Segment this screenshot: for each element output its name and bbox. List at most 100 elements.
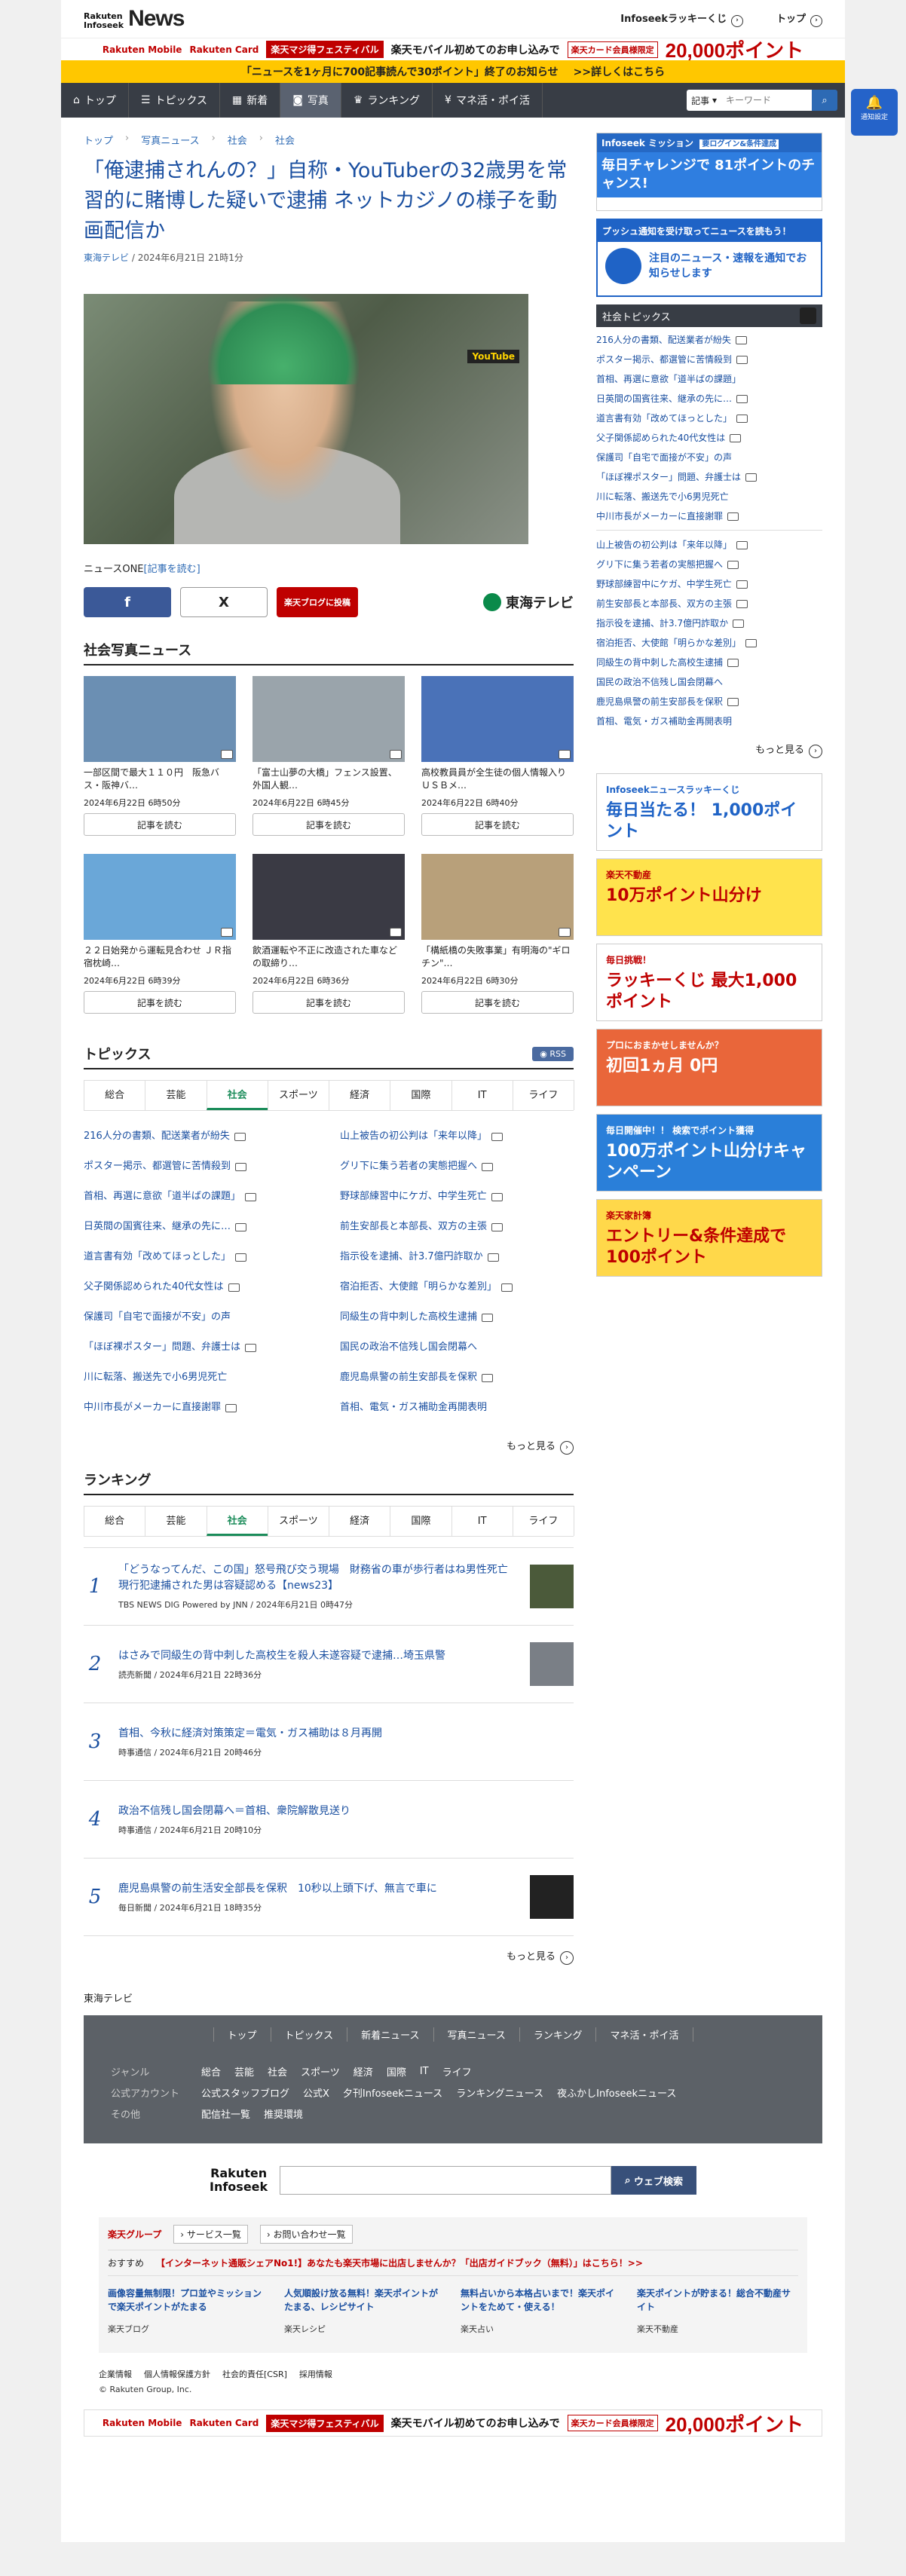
ranking-title[interactable]: 首相、今秋に経済対策策定＝電気・ガス補助は８月再開 [118, 1726, 574, 1742]
search-scope-select[interactable]: 記事 ▾ [687, 90, 721, 111]
side-topic-item[interactable]: 保護司「自宅で面接が不安」の声 [596, 448, 822, 467]
footer-logo[interactable]: Rakuten Infoseek [210, 2167, 268, 2194]
topic-item[interactable]: 首相、再選に意欲「道半ばの課題」 [84, 1182, 317, 1212]
topics-more-link[interactable]: もっと見る › [84, 1438, 574, 1455]
topic-item[interactable]: ポスター掲示、都選管に苦情殺到 [84, 1152, 317, 1182]
promo-item[interactable]: 人気順設け放る無料！楽天ポイントがたまる、レシピサイト 楽天レシピ [284, 2287, 445, 2335]
footer-link[interactable]: 推奨環境 [264, 2106, 303, 2121]
article-source[interactable]: 東海テレビ [84, 252, 129, 263]
topic-item[interactable]: グリ下に集う若者の実態把握へ [340, 1152, 574, 1182]
read-article-button[interactable]: 記事を読む [253, 813, 405, 836]
topic-item[interactable]: 指示役を逮捕、計3.7億円詐取か [340, 1242, 574, 1272]
photo-news-thumb[interactable] [253, 676, 405, 762]
side-topic-item[interactable]: 宿泊拒否、大使館「明らかな差別」 [596, 633, 822, 653]
footer-link[interactable]: 公式X [303, 2085, 329, 2100]
ranking-title[interactable]: 「どうなってんだ、この国」怒号飛び交う現場 財務省の車が歩行者はね男性死亡 現行… [118, 1562, 519, 1594]
rss-icon[interactable] [800, 307, 816, 324]
promo-item[interactable]: 楽天ポイントが貯まる！総合不動産サイト 楽天不動産 [637, 2287, 798, 2335]
notification-settings-button[interactable]: 🔔 通知設定 [851, 89, 898, 136]
facebook-share-button[interactable]: f [84, 587, 171, 617]
ranking-title[interactable]: 鹿児島県警の前生活安全部長を保釈 10秒以上頭下げ、無言で車に [118, 1881, 518, 1897]
tab-3[interactable]: スポーツ [267, 1506, 329, 1536]
photo-news-thumb[interactable] [84, 676, 236, 762]
read-article-button[interactable]: 記事を読む [421, 813, 574, 836]
topic-item[interactable]: 中川市長がメーカーに直接謝罪 [84, 1393, 317, 1423]
topic-item[interactable]: 日英間の国賓往来、継承の先に… [84, 1212, 317, 1242]
ranking-title[interactable]: はさみで同級生の背中刺した高校生を殺人未遂容疑で逮捕…埼玉県警 [118, 1648, 518, 1664]
tab-4[interactable]: 経済 [329, 1506, 391, 1536]
photo-news-thumb[interactable] [253, 854, 405, 940]
footer-nav-item[interactable]: 新着ニュース [347, 2027, 434, 2042]
footer-link[interactable]: 芸能 [234, 2064, 254, 2079]
tab-5[interactable]: 国際 [390, 1506, 452, 1536]
promo-item[interactable]: 画像容量無制限！プロ並やミッションで楽天ポイントがたまる 楽天ブログ [108, 2287, 269, 2335]
footer-link[interactable]: IT [420, 2066, 429, 2077]
side-ad-banner[interactable]: 楽天不動産 10万ポイント山分け [596, 858, 822, 936]
topic-item[interactable]: 父子関係認められた40代女性は [84, 1272, 317, 1302]
side-topic-item[interactable]: 山上被告の初公判は「来年以降」 [596, 535, 822, 555]
photo-news-title[interactable]: 「富士山夢の大橋」フェンス設置、外国人観… [253, 766, 405, 792]
footer-nav-item[interactable]: トップ [213, 2027, 271, 2042]
contact-list-button[interactable]: › お問い合わせ一覧 [259, 2225, 353, 2244]
bottom-campaign-banner[interactable]: Rakuten Mobile Rakuten Card 楽天マジ得フェスティバル… [84, 2409, 822, 2437]
side-more-link[interactable]: もっと見る › [596, 742, 822, 758]
nav-item-1[interactable]: ☰ トピックス [129, 83, 221, 118]
lucky-kuji-link[interactable]: Infoseekラッキーくじ › [620, 11, 743, 27]
side-topic-item[interactable]: 「ほぼ裸ポスター」問題、弁護士は [596, 467, 822, 487]
search-button[interactable]: ⌕ [812, 90, 837, 111]
tab-1[interactable]: 芸能 [145, 1080, 207, 1110]
footer-link[interactable]: スポーツ [301, 2064, 340, 2079]
side-topic-item[interactable]: 野球部練習中にケガ、中学生死亡 [596, 574, 822, 594]
footer-link[interactable]: 配信社一覧 [201, 2106, 250, 2121]
read-article-button[interactable]: 記事を読む [84, 813, 236, 836]
ranking-item[interactable]: 4 政治不信残し国会閉幕へ＝首相、衆院解散見送り 時事通信 / 2024年6月21日… [84, 1780, 574, 1858]
footer-nav-item[interactable]: マネ活・ポイ活 [596, 2027, 693, 2042]
tab-6[interactable]: IT [451, 1506, 513, 1536]
side-ad-banner[interactable]: 楽天家計簿 エントリー&条件達成で 100ポイント [596, 1199, 822, 1277]
footer-link[interactable]: 夕刊Infoseekニュース [343, 2085, 442, 2100]
breadcrumb-item[interactable]: 社会 [228, 133, 247, 147]
nav-item-2[interactable]: ▦ 新着 [220, 83, 281, 118]
read-article-link[interactable]: [記事を読む] [144, 564, 200, 575]
ranking-item[interactable]: 5 鹿児島県警の前生活安全部長を保釈 10秒以上頭下げ、無言で車に 毎日新聞 / 2… [84, 1858, 574, 1935]
tab-2[interactable]: 社会 [206, 1080, 268, 1110]
photo-news-title[interactable]: 一部区間で最大１１０円 阪急バス・阪神バ… [84, 766, 236, 792]
web-search-button[interactable]: ⌕ ウェブ検索 [611, 2166, 696, 2195]
side-ad-banner[interactable]: Infoseekニュースラッキーくじ 毎日当たる！ 1,000ポイント [596, 773, 822, 851]
footer-link[interactable]: 国際 [387, 2064, 406, 2079]
tab-0[interactable]: 総合 [84, 1080, 146, 1110]
topic-item[interactable]: 宿泊拒否、大使館「明らかな差別」 [340, 1272, 574, 1302]
topic-item[interactable]: 216人分の書類、配送業者が紛失 [84, 1121, 317, 1152]
x-share-button[interactable]: X [180, 587, 268, 617]
footer-link[interactable]: ランキングニュース [456, 2085, 543, 2100]
tab-7[interactable]: ライフ [512, 1506, 574, 1536]
site-logo[interactable]: Rakuten Infoseek News [84, 8, 185, 30]
photo-news-title[interactable]: 高校教員員が全生徒の個人情報入りＵＳＢメ… [421, 766, 574, 792]
breadcrumb-item[interactable]: 写真ニュース [141, 133, 199, 147]
side-topic-item[interactable]: グリ下に集う若者の実態把握へ [596, 555, 822, 574]
push-notification-ad[interactable]: プッシュ通知を受け取ってニュースを読もう！ 注目のニュース・速報を通知でお知らせ… [596, 219, 822, 297]
photo-news-thumb[interactable] [84, 854, 236, 940]
promo-title[interactable]: 人気順設け放る無料！楽天ポイントがたまる、レシピサイト [284, 2287, 445, 2317]
read-article-button[interactable]: 記事を読む [84, 991, 236, 1014]
legal-link[interactable]: 社会的責任[CSR] [222, 2368, 287, 2380]
ranking-more-link[interactable]: もっと見る › [84, 1948, 574, 1965]
tab-7[interactable]: ライフ [512, 1080, 574, 1110]
side-ad-banner[interactable]: 毎日開催中！！ 検索でポイント獲得 100万ポイント山分けキャンペーン [596, 1114, 822, 1192]
top-link[interactable]: トップ › [776, 11, 822, 27]
topic-item[interactable]: 「ほぼ裸ポスター」問題、弁護士は [84, 1332, 317, 1363]
ranking-item[interactable]: 3 首相、今秋に経済対策策定＝電気・ガス補助は８月再開 時事通信 / 2024年6月… [84, 1703, 574, 1780]
read-article-button[interactable]: 記事を読む [253, 991, 405, 1014]
ranking-item[interactable]: 1 「どうなってんだ、この国」怒号飛び交う現場 財務省の車が歩行者はね男性死亡 現… [84, 1547, 574, 1625]
nav-item-5[interactable]: ¥ マネ活・ポイ活 [433, 83, 543, 118]
legal-link[interactable]: 企業情報 [99, 2368, 132, 2380]
tab-2[interactable]: 社会 [206, 1506, 268, 1536]
footer-nav-item[interactable]: ランキング [520, 2027, 597, 2042]
tab-0[interactable]: 総合 [84, 1506, 146, 1536]
side-ad-banner[interactable]: 毎日挑戦！ ラッキーくじ 最大1,000ポイント [596, 944, 822, 1021]
side-topic-item[interactable]: 首相、電気・ガス補助金再開表明 [596, 711, 822, 731]
side-topic-item[interactable]: ポスター掲示、都選管に苦情殺到 [596, 350, 822, 369]
tab-5[interactable]: 国際 [390, 1080, 452, 1110]
photo-news-title[interactable]: 飲酒運転や不正に改造された車などの取締り… [253, 944, 405, 970]
side-topic-item[interactable]: 同級生の背中刺した高校生逮捕 [596, 653, 822, 672]
